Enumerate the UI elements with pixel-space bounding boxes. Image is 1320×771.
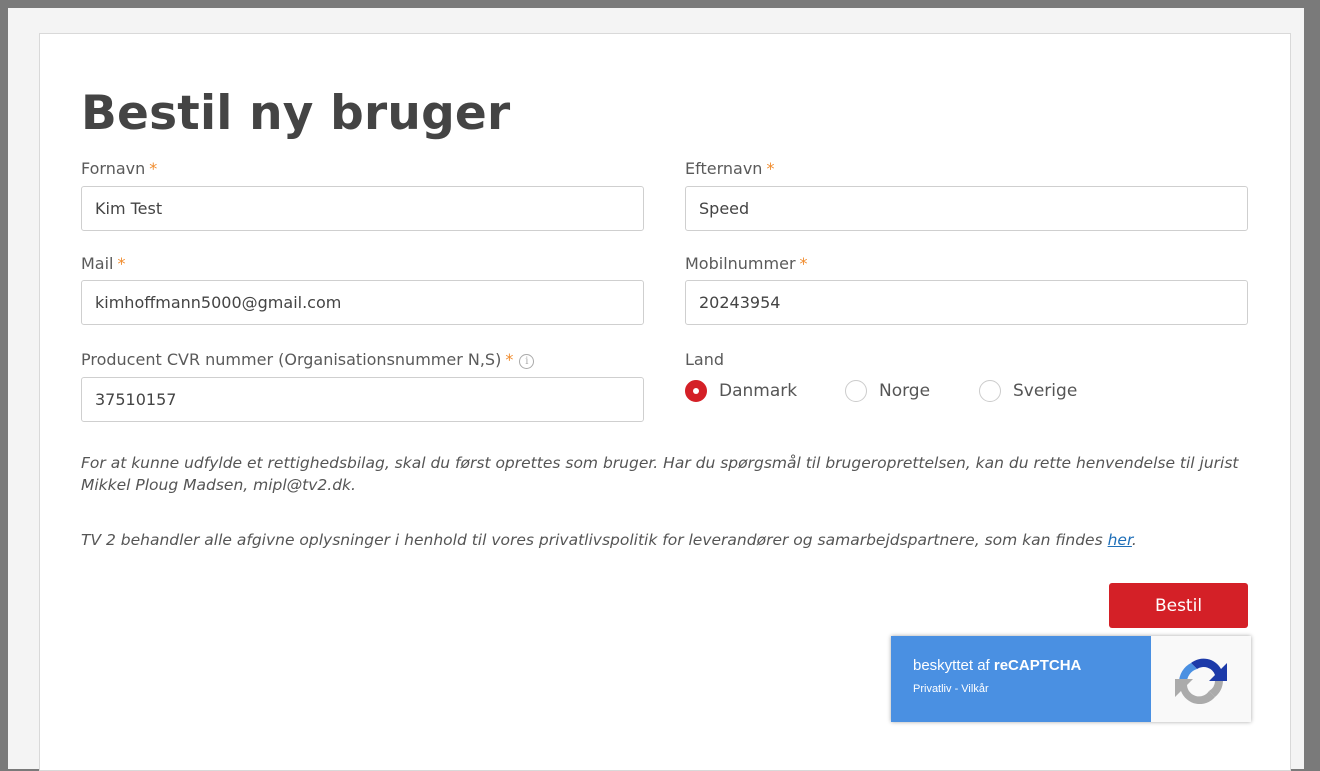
- recaptcha-logo-icon: [1151, 636, 1251, 722]
- recaptcha-links: Privatliv - Vilkår: [913, 683, 989, 695]
- mail-input[interactable]: [81, 280, 644, 325]
- radio-sverige[interactable]: Sverige: [979, 380, 1077, 402]
- bestil-button[interactable]: Bestil: [1109, 583, 1248, 628]
- radio-checked-icon[interactable]: [685, 380, 707, 402]
- required-mark: *: [766, 159, 775, 178]
- recaptcha-caption: beskyttet af reCAPTCHA: [913, 657, 1082, 674]
- mail-label: Mail *: [81, 254, 126, 273]
- info-icon[interactable]: i: [519, 354, 535, 369]
- mobilnummer-label: Mobilnummer *: [685, 254, 808, 273]
- required-mark: *: [505, 350, 514, 369]
- fornavn-input[interactable]: [81, 186, 644, 231]
- recaptcha-text-panel: beskyttet af reCAPTCHA Privatliv - Vilkå…: [891, 636, 1151, 722]
- cvr-label: Producent CVR nummer (Organisationsnumme…: [81, 350, 535, 369]
- mobilnummer-input[interactable]: [685, 280, 1248, 325]
- radio-danmark[interactable]: Danmark: [685, 380, 797, 402]
- efternavn-label: Efternavn *: [685, 159, 775, 178]
- privacy-link[interactable]: her: [1108, 531, 1132, 549]
- recaptcha-privacy-link[interactable]: Privatliv: [913, 683, 952, 695]
- info-note: For at kunne udfylde et rettighedsbilag,…: [81, 454, 1239, 494]
- recaptcha-terms-link[interactable]: Vilkår: [961, 683, 988, 695]
- recaptcha-badge[interactable]: beskyttet af reCAPTCHA Privatliv - Vilkå…: [891, 636, 1251, 722]
- page-frame: Bestil ny bruger Fornavn* Efternavn* Mai…: [8, 8, 1304, 771]
- radio-unchecked-icon[interactable]: [979, 380, 1001, 402]
- privacy-note: TV 2 behandler alle afgivne oplysninger …: [81, 531, 1137, 549]
- cvr-input[interactable]: [81, 377, 644, 422]
- radio-norge[interactable]: Norge: [845, 380, 930, 402]
- required-mark: *: [149, 159, 158, 178]
- radio-unchecked-icon[interactable]: [845, 380, 867, 402]
- efternavn-input[interactable]: [685, 186, 1248, 231]
- form-card: Bestil ny bruger Fornavn* Efternavn* Mai…: [39, 33, 1291, 771]
- fornavn-label: Fornavn *: [81, 159, 158, 178]
- required-mark: *: [117, 254, 126, 273]
- page-title: Bestil ny bruger: [81, 86, 511, 141]
- land-label: Land: [685, 350, 725, 369]
- required-mark: *: [799, 254, 808, 273]
